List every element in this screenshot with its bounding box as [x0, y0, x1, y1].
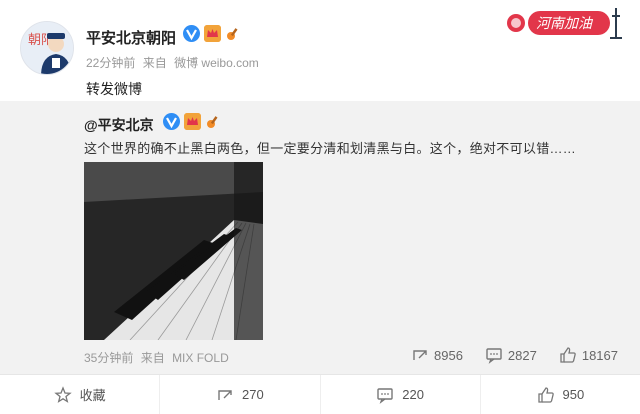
like-button[interactable]: 950: [481, 375, 640, 414]
forward-author-badges: [163, 113, 222, 130]
like-icon: [560, 347, 576, 363]
author-badges: [183, 25, 242, 42]
forward-share-count: 8956: [434, 347, 463, 363]
comment-icon: [377, 387, 393, 404]
post-source[interactable]: 微博 weibo.com: [174, 56, 259, 70]
repost-count: 270: [242, 387, 264, 402]
share-icon: [413, 350, 427, 360]
forward-source[interactable]: MIX FOLD: [172, 351, 229, 365]
comment-icon: [486, 348, 502, 364]
star-icon: [53, 385, 72, 403]
forward-meta: 35分钟前 来自 MIX FOLD: [84, 349, 233, 366]
henan-jiayou-tag: 河南加油: [507, 8, 622, 39]
guitar-icon: [207, 116, 218, 128]
forward-comment-action[interactable]: 2827: [485, 346, 537, 364]
repost-button[interactable]: 270: [160, 375, 321, 414]
author-name[interactable]: 平安北京朝阳: [86, 27, 176, 48]
avatar[interactable]: 朝阳: [20, 21, 74, 75]
forward-like-action[interactable]: 18167: [559, 346, 618, 364]
piano-keys-image: [84, 162, 263, 340]
verified-v-icon: [163, 113, 180, 130]
forwarded-post[interactable]: @平安北京 这个世界的确不止黑白两色，但一定要分清和划清黑与白。这个，绝对不可以…: [0, 101, 640, 374]
piano-keys-photo[interactable]: [84, 162, 263, 340]
post-text: 转发微博: [86, 81, 142, 97]
forward-from-prefix: 来自: [140, 351, 165, 365]
comment-button[interactable]: 220: [321, 375, 481, 414]
favorite-button[interactable]: 收藏: [0, 375, 161, 414]
corner-tag-text: 河南加油: [536, 16, 594, 32]
vip-crown-icon: [204, 25, 221, 42]
forward-share-action[interactable]: 8956: [411, 346, 463, 364]
post-from-prefix: 来自: [142, 56, 167, 70]
forward-text: 这个世界的确不止黑白两色，但一定要分清和划清黑与白。这个，绝对不可以错……: [84, 141, 577, 156]
action-bar: 收藏 270 220 950: [0, 374, 640, 414]
post-header: 朝阳 平安北京朝阳 22分钟前 来自 微博 weibo.com 转发微博 河南加…: [0, 0, 640, 100]
comment-count: 220: [402, 387, 424, 402]
like-icon: [537, 386, 554, 403]
post-time[interactable]: 22分钟前: [86, 56, 135, 70]
forward-like-count: 18167: [581, 347, 618, 363]
favorite-label: 收藏: [79, 388, 106, 403]
forward-time[interactable]: 35分钟前: [84, 351, 133, 365]
forward-author-name[interactable]: @平安北京: [84, 115, 154, 135]
share-icon: [218, 389, 232, 400]
post-meta: 22分钟前 来自 微博 weibo.com: [86, 54, 263, 71]
forward-comment-count: 2827: [507, 347, 537, 363]
vip-crown-icon: [184, 113, 201, 130]
verified-v-icon: [183, 25, 200, 42]
avatar-image: 朝阳: [21, 22, 73, 74]
guitar-icon: [227, 28, 238, 40]
like-count: 950: [562, 387, 585, 402]
forward-actions: 8956 2827 18167: [389, 346, 618, 364]
